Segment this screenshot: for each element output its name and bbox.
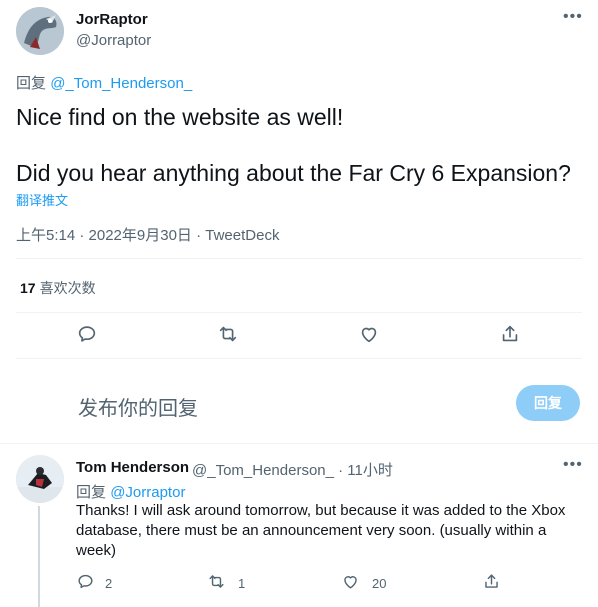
likes-label: 喜欢次数 — [39, 280, 96, 296]
reply-tweet-text: Thanks! I will ask around tomorrow, but … — [76, 502, 566, 559]
divider — [0, 443, 598, 444]
author-name[interactable]: JorRaptor — [76, 11, 148, 28]
divider — [16, 312, 582, 313]
tweet-text-line-1: Nice find on the website as well! — [16, 104, 344, 130]
tweet-timestamp[interactable]: 上午5:14 · 2022年9月30日 · TweetDeck — [16, 224, 279, 245]
reply-author-avatar[interactable] — [16, 455, 64, 503]
likes-count-row[interactable]: 17 喜欢次数 — [20, 278, 96, 298]
thread-line — [38, 506, 40, 607]
tweet-text-line-2: Did you hear anything about the Far Cry … — [16, 160, 571, 186]
more-options-icon[interactable]: ••• — [563, 456, 583, 474]
like-icon[interactable] — [341, 572, 360, 591]
share-icon[interactable] — [499, 323, 521, 345]
reply-icon[interactable] — [76, 323, 98, 345]
divider — [16, 358, 582, 359]
replying-to: 回复 @Jorraptor — [76, 481, 185, 502]
replying-to: 回复 @_Tom_Henderson_ — [16, 72, 192, 93]
retweet-count: 1 — [238, 576, 246, 591]
reply-compose-input[interactable]: 发布你的回复 — [78, 392, 198, 421]
like-icon[interactable] — [358, 323, 380, 345]
translate-tweet-link[interactable]: 翻译推文 — [16, 190, 68, 209]
reply-submit-button[interactable]: 回复 — [516, 385, 580, 421]
like-count: 20 — [372, 576, 387, 591]
share-icon[interactable] — [482, 572, 501, 591]
author-handle[interactable]: @Jorraptor — [76, 32, 151, 49]
reply-icon[interactable] — [76, 572, 95, 591]
reply-author-handle[interactable]: @_Tom_Henderson_ · 11小时 — [192, 459, 393, 480]
reply-count: 2 — [105, 576, 113, 591]
reply-mention-link[interactable]: @_Tom_Henderson_ — [50, 75, 192, 92]
reply-mention-link[interactable]: @Jorraptor — [110, 484, 185, 501]
more-options-icon[interactable]: ••• — [563, 8, 583, 26]
author-avatar[interactable] — [16, 7, 64, 55]
divider — [16, 258, 582, 259]
retweet-icon[interactable] — [217, 323, 239, 345]
reply-prefix: 回复 — [16, 75, 47, 92]
likes-count: 17 — [20, 280, 36, 296]
retweet-icon[interactable] — [207, 572, 226, 591]
reply-prefix: 回复 — [76, 484, 107, 501]
reply-author-name[interactable]: Tom Henderson — [76, 459, 189, 476]
